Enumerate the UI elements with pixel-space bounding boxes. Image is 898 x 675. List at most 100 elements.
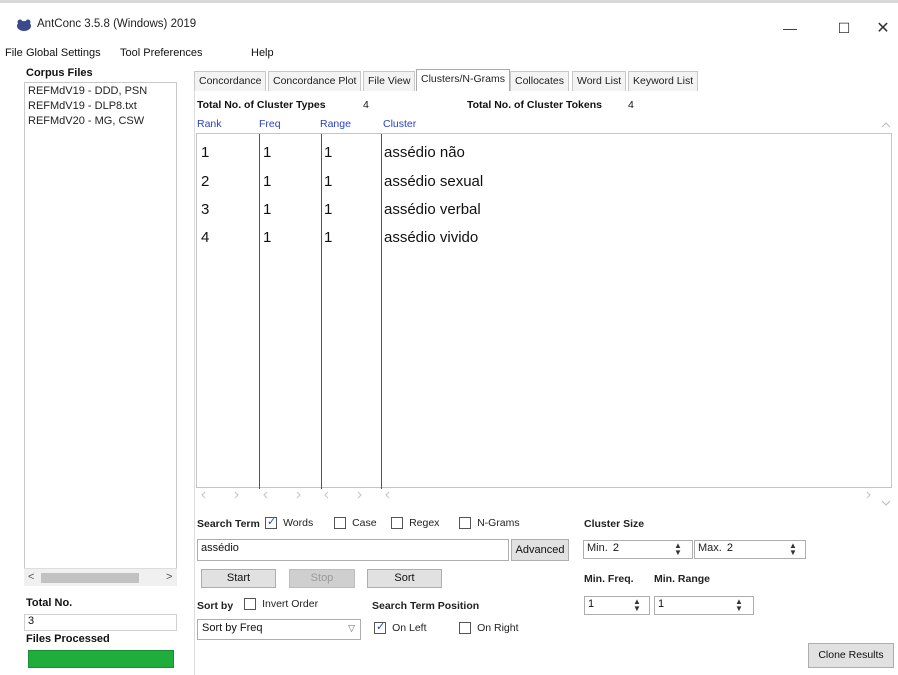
cluster-types-value: 4 (363, 99, 369, 111)
search-term-label: Search Term (197, 518, 260, 530)
cell-cluster[interactable]: assédio verbal (384, 201, 481, 218)
start-button[interactable]: Start (201, 569, 276, 588)
on-right-checkbox[interactable] (459, 622, 471, 635)
spinner-arrows-icon[interactable]: ▲ ▼ (733, 598, 745, 614)
cell-rank[interactable]: 2 (201, 173, 209, 190)
tab-file-view[interactable]: File View (363, 71, 416, 91)
min-range-value[interactable]: 1 (658, 598, 664, 610)
cell-freq[interactable]: 1 (263, 173, 271, 190)
cluster-tokens-value: 4 (628, 99, 634, 111)
sort-by-label: Sort by (197, 600, 234, 612)
scroll-up-arrow-icon[interactable] (880, 120, 892, 130)
cluster-tokens-label: Total No. of Cluster Tokens (467, 99, 602, 111)
cell-freq[interactable]: 1 (263, 201, 271, 218)
cell-range[interactable]: 1 (324, 229, 332, 246)
tab-keyword-list[interactable]: Keyword List (628, 71, 699, 91)
cell-range[interactable]: 1 (324, 144, 332, 161)
spinner-arrows-icon[interactable]: ▲ ▼ (672, 542, 684, 558)
cell-cluster[interactable]: assédio vivido (384, 229, 478, 246)
minimize-button[interactable]: — (768, 13, 812, 43)
clone-results-button[interactable]: Clone Results (808, 643, 894, 668)
stop-button[interactable]: Stop (289, 569, 355, 588)
tab-concordance-plot[interactable]: Concordance Plot (268, 71, 362, 91)
case-checkbox[interactable] (334, 517, 346, 530)
case-option-label: Case (352, 517, 377, 529)
cell-cluster[interactable]: assédio sexual (384, 173, 483, 190)
cell-cluster[interactable]: assédio não (384, 144, 465, 161)
cell-freq[interactable]: 1 (263, 229, 271, 246)
menu-tool-preferences[interactable]: Tool Preferences (120, 47, 203, 59)
invert-order-checkbox[interactable] (244, 598, 256, 611)
results-horizontal-scrollbar[interactable] (196, 488, 892, 502)
cell-rank[interactable]: 3 (201, 201, 209, 218)
ngrams-option[interactable]: N-Grams (459, 517, 520, 530)
cell-range[interactable]: 1 (324, 173, 332, 190)
min-range-spinner[interactable]: 1 ▲ ▼ (654, 596, 754, 615)
cluster-max-value[interactable]: 2 (727, 542, 733, 554)
ngrams-option-label: N-Grams (477, 517, 520, 529)
cluster-min-caption: Min. (587, 542, 608, 554)
file-list-scrollbar[interactable]: < > (24, 568, 177, 586)
column-header-freq[interactable]: Freq (259, 118, 281, 130)
menu-global-settings[interactable]: Global Settings (26, 47, 101, 59)
scroll-right-arrow-icon[interactable]: > (166, 571, 172, 583)
on-left-checkbox[interactable] (374, 620, 386, 635)
words-option-label: Words (283, 517, 314, 529)
on-left-option[interactable]: On Left (374, 620, 427, 635)
advanced-button[interactable]: Advanced (511, 539, 569, 561)
title-bar: AntConc 3.5.8 (Windows) 2019 — ☐ ✕ (0, 3, 898, 43)
tab-clusters-ngrams[interactable]: Clusters/N-Grams (416, 69, 511, 91)
cluster-max-caption: Max. (698, 542, 722, 554)
min-range-label: Min. Range (654, 573, 711, 585)
corpus-file-item[interactable]: REFMdV20 - MG, CSW (28, 115, 144, 127)
tab-concordance[interactable]: Concordance (194, 71, 267, 91)
min-freq-spinner[interactable]: 1 ▲ ▼ (584, 596, 650, 615)
corpus-file-item[interactable]: REFMdV19 - DLP8.txt (28, 100, 137, 112)
corpus-files-title: Corpus Files (26, 67, 93, 79)
column-header-range[interactable]: Range (320, 118, 351, 130)
tab-word-list[interactable]: Word List (572, 71, 627, 91)
on-right-label: On Right (477, 622, 519, 634)
menu-file[interactable]: File (5, 47, 23, 59)
cell-freq[interactable]: 1 (263, 144, 271, 161)
column-divider (259, 134, 260, 489)
sort-by-selected: Sort by Freq (202, 622, 263, 634)
spinner-arrows-icon[interactable]: ▲ ▼ (631, 598, 643, 614)
chevron-down-icon: ▽ (348, 623, 355, 633)
case-option[interactable]: Case (334, 517, 377, 530)
column-header-rank[interactable]: Rank (197, 118, 222, 130)
search-term-input[interactable]: assédio (197, 539, 509, 561)
close-button[interactable]: ✕ (868, 13, 898, 43)
min-freq-value[interactable]: 1 (588, 598, 594, 610)
cluster-size-label: Cluster Size (584, 518, 645, 530)
cluster-max-spinner[interactable]: Max. 2 ▲ ▼ (694, 540, 806, 559)
regex-option[interactable]: Regex (391, 517, 439, 530)
words-option[interactable]: Words (265, 515, 314, 530)
on-left-label: On Left (392, 622, 427, 634)
invert-order-option[interactable]: Invert Order (244, 598, 319, 611)
scroll-left-arrow-icon[interactable]: < (28, 571, 34, 583)
cell-range[interactable]: 1 (324, 201, 332, 218)
column-header-cluster[interactable]: Cluster (383, 118, 416, 130)
total-files-value: 3 (24, 614, 177, 631)
regex-checkbox[interactable] (391, 517, 403, 530)
results-table[interactable]: 1 1 1 assédio não 2 1 1 assédio sexual 3… (196, 133, 892, 489)
maximize-button[interactable]: ☐ (822, 13, 866, 43)
sort-button[interactable]: Sort (367, 569, 442, 588)
scrollbar-thumb[interactable] (41, 573, 139, 583)
menu-help[interactable]: Help (251, 47, 274, 59)
sort-by-select[interactable]: Sort by Freq ▽ (197, 619, 361, 640)
cell-rank[interactable]: 1 (201, 144, 209, 161)
invert-order-label: Invert Order (262, 598, 319, 610)
cluster-min-value[interactable]: 2 (613, 542, 619, 554)
cluster-min-spinner[interactable]: Min. 2 ▲ ▼ (583, 540, 693, 559)
spinner-arrows-icon[interactable]: ▲ ▼ (787, 542, 799, 558)
cell-rank[interactable]: 4 (201, 229, 209, 246)
corpus-file-list[interactable]: REFMdV19 - DDD, PSN REFMdV19 - DLP8.txt … (24, 82, 177, 582)
files-processed-label: Files Processed (26, 633, 110, 645)
corpus-file-item[interactable]: REFMdV19 - DDD, PSN (28, 85, 147, 97)
on-right-option[interactable]: On Right (459, 622, 519, 635)
tab-collocates[interactable]: Collocates (510, 71, 570, 91)
words-checkbox[interactable] (265, 515, 277, 530)
ngrams-checkbox[interactable] (459, 517, 471, 530)
